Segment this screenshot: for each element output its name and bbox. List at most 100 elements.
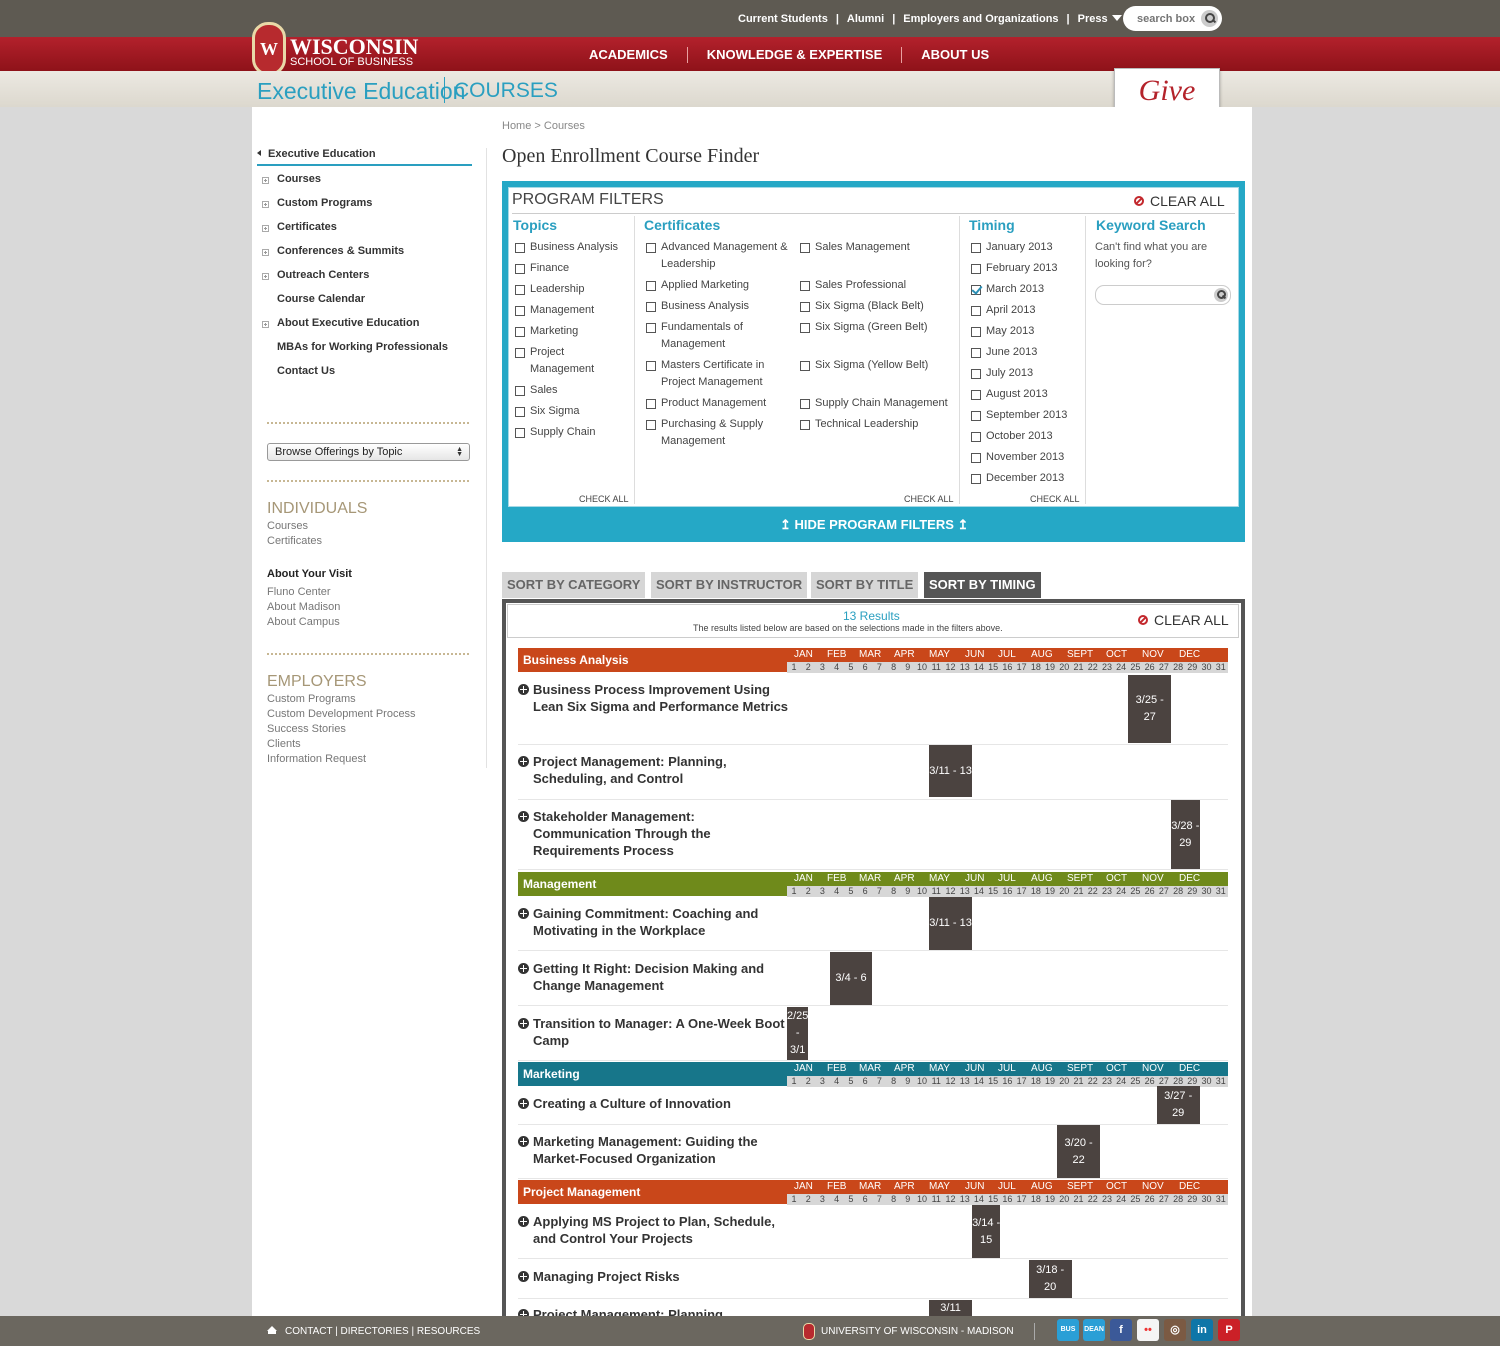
sidebar-item[interactable]: Certificates	[277, 221, 337, 233]
topics-check-all[interactable]: CHECK ALL	[579, 494, 629, 504]
section-subtitle[interactable]: COURSES	[454, 79, 558, 103]
expand-plus-icon[interactable]	[262, 273, 269, 280]
nav-academics[interactable]: ACADEMICS	[570, 47, 688, 63]
checkbox[interactable]	[646, 399, 656, 409]
flickr-icon[interactable]: ••	[1137, 1319, 1159, 1341]
certificate-option[interactable]: Technical Leadership	[815, 416, 965, 433]
checkbox[interactable]	[971, 306, 981, 316]
timing-option[interactable]: November 2013	[986, 449, 1086, 466]
sidebar-item[interactable]: Contact Us	[277, 365, 335, 377]
expand-plus-icon[interactable]	[518, 684, 529, 695]
tab-sort-timing[interactable]: SORT BY TIMING	[924, 572, 1041, 598]
course-date-block[interactable]: 3/14 - 15	[971, 1205, 1001, 1258]
course-date-block[interactable]: 3/11	[929, 1300, 972, 1316]
timing-option[interactable]: July 2013	[986, 365, 1086, 382]
checkbox[interactable]	[971, 411, 981, 421]
home-icon[interactable]	[267, 1326, 277, 1334]
footer-links[interactable]: CONTACT | DIRECTORIES | RESOURCES	[285, 1326, 480, 1337]
topic-option[interactable]: Supply Chain	[530, 424, 630, 441]
course-title[interactable]: Managing Project Risks	[533, 1268, 793, 1285]
expand-plus-icon[interactable]	[518, 1271, 529, 1282]
sidebar-item[interactable]: Courses	[277, 173, 321, 185]
topic-option[interactable]: Marketing	[530, 323, 630, 340]
course-title[interactable]: Marketing Management: Guiding the Market…	[533, 1133, 793, 1167]
checkbox[interactable]	[515, 407, 525, 417]
course-date-block[interactable]: 3/25 - 27	[1128, 675, 1172, 743]
checkbox[interactable]	[646, 420, 656, 430]
checkbox[interactable]	[646, 323, 656, 333]
section-title[interactable]: Executive Education	[257, 78, 465, 105]
twitter-bus-icon[interactable]: BUS	[1057, 1319, 1079, 1341]
expand-plus-icon[interactable]	[518, 1136, 529, 1147]
footer-university[interactable]: UNIVERSITY OF WISCONSIN - MADISON	[821, 1326, 1014, 1337]
certificate-option[interactable]: Masters Certificate in Project Managemen…	[661, 357, 801, 391]
timing-option[interactable]: January 2013	[986, 239, 1086, 256]
expand-plus-icon[interactable]	[518, 908, 529, 919]
expand-plus-icon[interactable]	[262, 225, 269, 232]
checkbox[interactable]	[646, 302, 656, 312]
clear-all-results-button[interactable]: CLEAR ALL	[1138, 612, 1229, 628]
certificate-option[interactable]: Supply Chain Management	[815, 395, 965, 412]
checkbox[interactable]	[646, 243, 656, 253]
course-date-block[interactable]: 3/11 - 13	[929, 745, 972, 797]
certificate-option[interactable]: Business Analysis	[661, 298, 801, 315]
course-title[interactable]: Stakeholder Management: Communication Th…	[533, 808, 793, 859]
nav-knowledge-expertise[interactable]: KNOWLEDGE & EXPERTISE	[688, 47, 903, 63]
breadcrumb[interactable]: Home > Courses	[502, 120, 585, 132]
checkbox[interactable]	[515, 306, 525, 316]
visit-link-fluno[interactable]: Fluno Center	[267, 586, 331, 598]
timing-option[interactable]: June 2013	[986, 344, 1086, 361]
hide-program-filters-button[interactable]: ↥ HIDE PROGRAM FILTERS ↥	[780, 517, 968, 533]
individuals-link-courses[interactable]: Courses	[267, 520, 308, 532]
timing-option[interactable]: October 2013	[986, 428, 1086, 445]
checkbox[interactable]	[646, 281, 656, 291]
course-title[interactable]: Creating a Culture of Innovation	[533, 1095, 793, 1112]
course-title[interactable]: Business Process Improvement Using Lean …	[533, 681, 793, 715]
top-link-press[interactable]: Press	[1078, 13, 1108, 25]
employers-link[interactable]: Custom Development Process	[267, 708, 416, 720]
checkbox[interactable]	[971, 327, 981, 337]
checkbox[interactable]	[800, 243, 810, 253]
expand-plus-icon[interactable]	[262, 201, 269, 208]
course-date-block[interactable]: 2/25 - 3/1	[787, 1007, 808, 1060]
checkbox[interactable]	[971, 348, 981, 358]
topic-option[interactable]: Management	[530, 302, 630, 319]
certificate-option[interactable]: Applied Marketing	[661, 277, 801, 294]
certificate-option[interactable]: Sales Professional	[815, 277, 965, 294]
instagram-icon[interactable]: ◎	[1164, 1319, 1186, 1341]
checkbox[interactable]	[800, 420, 810, 430]
checkbox[interactable]	[971, 285, 981, 295]
visit-link-madison[interactable]: About Madison	[267, 601, 340, 613]
expand-plus-icon[interactable]	[518, 811, 529, 822]
checkbox[interactable]	[971, 474, 981, 484]
topic-option[interactable]: Sales	[530, 382, 630, 399]
checkbox[interactable]	[971, 390, 981, 400]
individuals-link-certificates[interactable]: Certificates	[267, 535, 322, 547]
expand-plus-icon[interactable]	[518, 756, 529, 767]
timing-option[interactable]: April 2013	[986, 302, 1086, 319]
checkbox[interactable]	[800, 281, 810, 291]
timing-option[interactable]: August 2013	[986, 386, 1086, 403]
timing-option[interactable]: September 2013	[986, 407, 1086, 424]
certificate-option[interactable]: Product Management	[661, 395, 801, 412]
checkbox[interactable]	[800, 323, 810, 333]
expand-plus-icon[interactable]	[518, 963, 529, 974]
certificate-option[interactable]: Sales Management	[815, 239, 965, 256]
certificate-option[interactable]: Purchasing & Supply Management	[661, 416, 801, 450]
sidebar-item[interactable]: Custom Programs	[277, 197, 372, 209]
course-date-block[interactable]: 3/28 - 29	[1171, 800, 1200, 869]
topic-option[interactable]: Leadership	[530, 281, 630, 298]
tab-sort-instructor[interactable]: SORT BY INSTRUCTOR	[651, 572, 808, 598]
sidebar-item[interactable]: Course Calendar	[277, 293, 365, 305]
timing-option[interactable]: May 2013	[986, 323, 1086, 340]
sidebar-item[interactable]: Conferences & Summits	[277, 245, 404, 257]
expand-plus-icon[interactable]	[262, 321, 269, 328]
checkbox[interactable]	[515, 243, 525, 253]
expand-plus-icon[interactable]	[518, 1018, 529, 1029]
certificate-option[interactable]: Advanced Management & Leadership	[661, 239, 801, 273]
course-date-block[interactable]: 3/11 - 13	[929, 897, 972, 950]
checkbox[interactable]	[971, 453, 981, 463]
sidebar-item[interactable]: About Executive Education	[277, 317, 419, 329]
employers-link[interactable]: Clients	[267, 738, 301, 750]
expand-plus-icon[interactable]	[262, 249, 269, 256]
